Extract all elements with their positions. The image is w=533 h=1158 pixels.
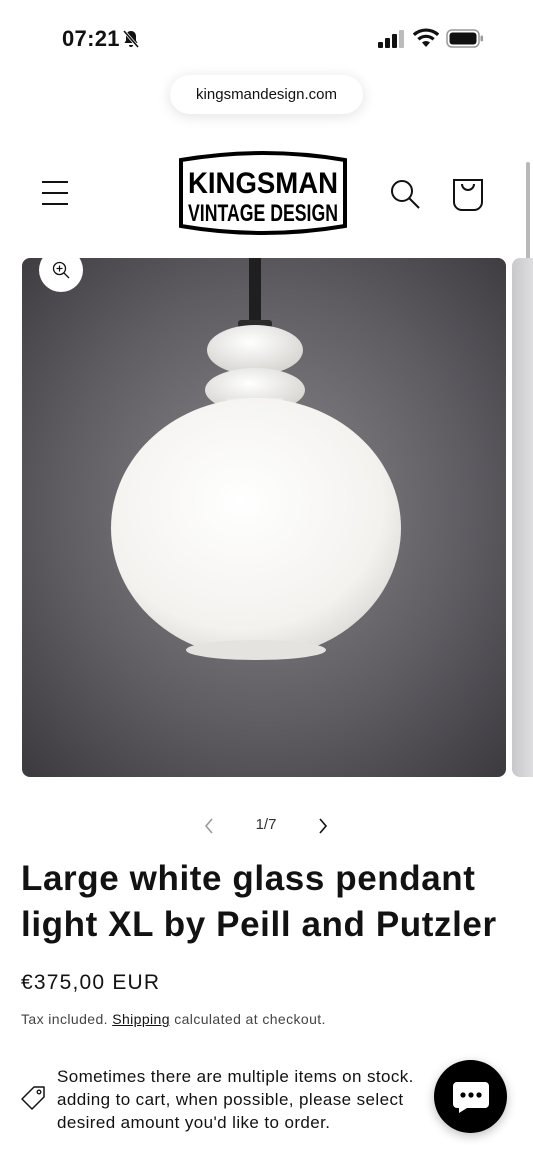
zoom-icon	[52, 261, 70, 279]
signal-icon	[378, 30, 404, 48]
logo-line2: VINTAGE DESIGN	[188, 200, 338, 227]
tax-prefix: Tax included.	[21, 1011, 108, 1027]
chevron-right-icon	[319, 818, 328, 834]
battery-icon	[446, 29, 483, 48]
site-logo[interactable]: KINGSMAN VINTAGE DESIGN	[177, 150, 349, 236]
tag-icon	[21, 1086, 45, 1110]
next-product-image-peek[interactable]	[512, 258, 533, 777]
product-price: €375,00 EUR	[21, 971, 161, 994]
next-slide-button[interactable]	[313, 814, 333, 838]
stock-notice: Sometimes there are multiple items on st…	[57, 1067, 414, 1132]
address-bar[interactable]: kingsmandesign.com	[170, 75, 363, 114]
menu-icon[interactable]	[40, 178, 70, 208]
bell-slash-icon	[122, 30, 140, 48]
address-bar-url: kingsmandesign.com	[196, 86, 337, 103]
chat-icon	[452, 1081, 489, 1113]
status-bar: 07:21	[0, 0, 533, 70]
chevron-left-icon	[204, 818, 213, 834]
slide-counter: 1/7	[255, 816, 277, 833]
previous-slide-button[interactable]	[199, 814, 219, 838]
search-icon[interactable]	[389, 178, 421, 210]
pendant-lamp-photo	[22, 258, 506, 777]
cart-icon[interactable]	[451, 174, 485, 212]
product-image[interactable]	[22, 258, 506, 777]
status-time: 07:21	[62, 26, 120, 51]
zoom-button[interactable]	[39, 248, 83, 292]
product-title: Large white glass pendant light XL by Pe…	[21, 859, 497, 944]
tax-suffix: calculated at checkout.	[174, 1011, 326, 1027]
wifi-icon	[413, 28, 439, 47]
chat-button[interactable]	[434, 1060, 507, 1133]
tax-note: Tax included. Shipping calculated at che…	[21, 1011, 326, 1027]
shipping-link[interactable]: Shipping	[112, 1011, 170, 1027]
logo-line1: KINGSMAN	[188, 167, 338, 200]
